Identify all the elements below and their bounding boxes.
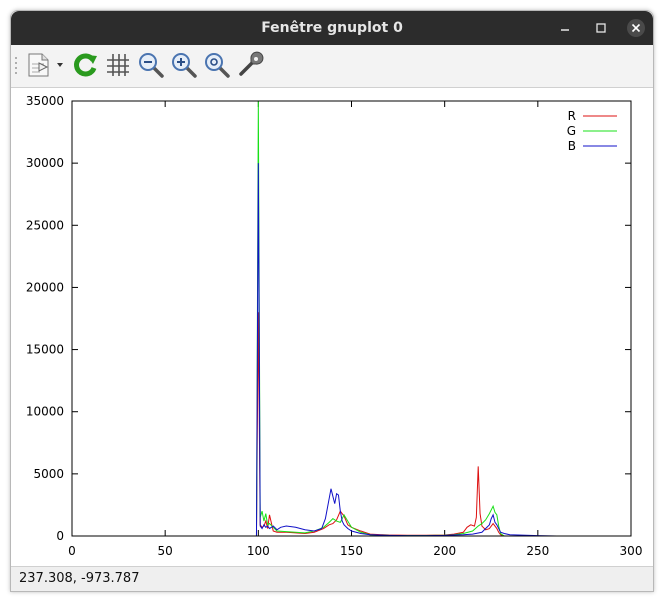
y-tick-label: 5000 <box>33 467 64 481</box>
toolbar <box>11 45 653 88</box>
replot-icon[interactable] <box>71 51 99 79</box>
series-line-r <box>72 312 505 537</box>
x-tick-label: 300 <box>620 544 643 558</box>
y-tick-label: 20000 <box>26 280 64 294</box>
y-tick-label: 0 <box>56 529 64 543</box>
zoom-out-icon[interactable] <box>137 51 165 79</box>
legend-label-r: R <box>568 109 576 123</box>
series-line-b <box>72 163 557 537</box>
x-tick-label: 150 <box>340 544 363 558</box>
plot-area[interactable]: 0 50 100 150 200 250 300 0 5000 10000 15000 20000 25… <box>11 88 653 566</box>
x-tick-label: 50 <box>158 544 173 558</box>
x-tick-label: 200 <box>433 544 456 558</box>
mouse-coordinates: 237.308, -973.787 <box>19 571 140 586</box>
y-tick-label: 35000 <box>26 94 64 108</box>
gnuplot-window: Fenêtre gnuplot 0 0 50 100 150 200 250 3… <box>10 10 654 592</box>
zoom-in-icon[interactable] <box>170 51 198 79</box>
x-tick-label: 0 <box>68 544 76 558</box>
y-tick-label: 10000 <box>26 405 64 419</box>
histogram-chart: 0 50 100 150 200 250 300 0 5000 10000 15000 20000 25… <box>26 94 643 558</box>
y-tick-label: 25000 <box>26 218 64 232</box>
close-icon[interactable] <box>627 19 645 37</box>
minimize-icon[interactable] <box>557 20 573 36</box>
toolbar-grip-icon[interactable] <box>14 55 18 77</box>
legend-label-b: B <box>568 139 576 153</box>
zoom-reset-icon[interactable] <box>203 51 231 79</box>
grid-icon[interactable] <box>104 51 132 79</box>
status-bar: 237.308, -973.787 <box>11 566 653 591</box>
title-bar[interactable]: Fenêtre gnuplot 0 <box>11 11 653 45</box>
legend-label-g: G <box>567 124 576 138</box>
x-tick-label: 100 <box>247 544 270 558</box>
maximize-icon[interactable] <box>593 20 609 36</box>
settings-icon[interactable] <box>236 51 264 79</box>
x-tick-label: 250 <box>526 544 549 558</box>
series-line-g <box>72 100 505 537</box>
y-tick-label: 30000 <box>26 156 64 170</box>
export-icon[interactable] <box>25 51 69 79</box>
y-tick-label: 15000 <box>26 343 64 357</box>
plot-frame <box>71 100 632 537</box>
